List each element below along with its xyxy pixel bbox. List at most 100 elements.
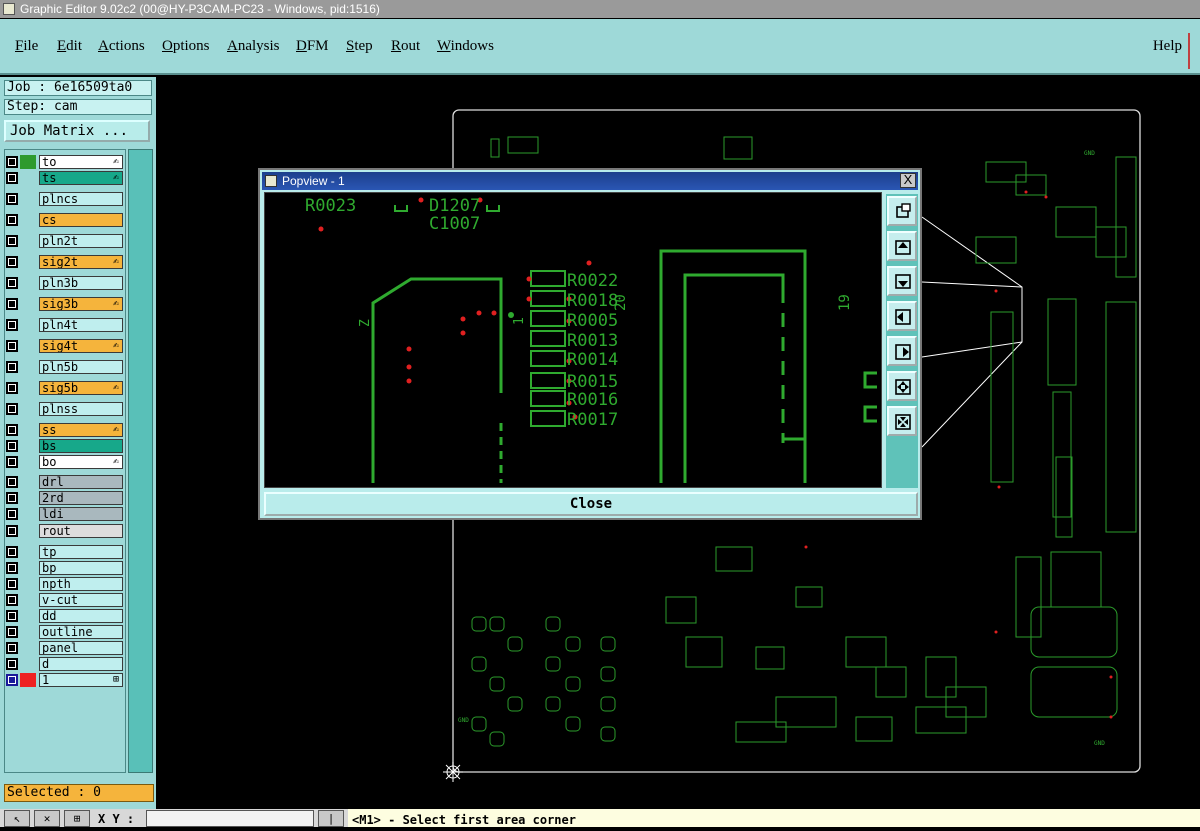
layer-checkbox[interactable] xyxy=(6,594,18,606)
zoom-in-icon[interactable] xyxy=(887,371,917,401)
layer-name[interactable]: sig2t ✍ xyxy=(39,255,123,269)
layer-expand-icon[interactable]: ⊞ xyxy=(113,674,119,686)
layer-row-d[interactable]: d xyxy=(4,657,126,671)
layer-checkbox[interactable] xyxy=(6,424,18,436)
layer-color-swatch[interactable] xyxy=(20,641,36,655)
popview-canvas[interactable]: R0023 D1207 C1007 R0022 R0018 R0005 R001… xyxy=(264,192,882,488)
layer-row-panel[interactable]: panel xyxy=(4,641,126,655)
pan-down-icon[interactable] xyxy=(887,266,917,296)
layer-checkbox[interactable] xyxy=(6,340,18,352)
layer-name[interactable]: d xyxy=(39,657,123,671)
grid-snap-icon[interactable]: ⊞ xyxy=(64,810,90,827)
layer-color-swatch[interactable] xyxy=(20,455,36,469)
layer-color-swatch[interactable] xyxy=(20,561,36,575)
layer-row-sig4t[interactable]: sig4t ✍ xyxy=(4,339,126,353)
layer-name[interactable]: outline xyxy=(39,625,123,639)
popview-titlebar[interactable]: Popview - 1 X xyxy=(262,172,918,190)
layer-color-swatch[interactable] xyxy=(20,360,36,374)
view-fit-icon[interactable] xyxy=(887,196,917,226)
menu-dfm[interactable]: DFM xyxy=(296,38,329,55)
layer-name[interactable]: tp xyxy=(39,545,123,559)
menu-analysis[interactable]: Analysis xyxy=(227,38,280,55)
layer-row-rout[interactable]: rout xyxy=(4,524,126,538)
pan-up-icon[interactable] xyxy=(887,231,917,261)
popview-close-button[interactable]: Close xyxy=(264,492,918,516)
layer-checkbox[interactable] xyxy=(6,256,18,268)
layer-row-ts[interactable]: ts ✍ xyxy=(4,171,126,185)
layer-row-bo[interactable]: bo ✍ xyxy=(4,455,126,469)
layer-checkbox[interactable] xyxy=(6,403,18,415)
layer-name[interactable]: cs xyxy=(39,213,123,227)
layer-checkbox[interactable] xyxy=(6,172,18,184)
layer-color-swatch[interactable] xyxy=(20,213,36,227)
layer-color-swatch[interactable] xyxy=(20,524,36,538)
layer-checkbox[interactable] xyxy=(6,277,18,289)
layer-checkbox[interactable] xyxy=(6,492,18,504)
layer-name[interactable]: sig3b ✍ xyxy=(39,297,123,311)
layer-checkbox[interactable] xyxy=(6,562,18,574)
layer-row-to[interactable]: to ✍ xyxy=(4,155,126,169)
layer-row-bs[interactable]: bs xyxy=(4,439,126,453)
layer-name[interactable]: dd xyxy=(39,609,123,623)
layer-color-swatch[interactable] xyxy=(20,402,36,416)
layer-checkbox[interactable] xyxy=(6,298,18,310)
layer-color-swatch[interactable] xyxy=(20,507,36,521)
menu-actions[interactable]: Actions xyxy=(98,38,145,55)
pan-left-icon[interactable] xyxy=(887,301,917,331)
cross-select-icon[interactable]: ✕ xyxy=(34,810,60,827)
layer-color-swatch[interactable] xyxy=(20,381,36,395)
zoom-out-icon[interactable] xyxy=(887,406,917,436)
layer-row-1[interactable]: 1 ⊞ xyxy=(4,673,126,687)
layer-name[interactable]: 1 ⊞ xyxy=(39,673,123,687)
layer-name[interactable]: bp xyxy=(39,561,123,575)
layer-color-swatch[interactable] xyxy=(20,439,36,453)
layer-name[interactable]: sig4t ✍ xyxy=(39,339,123,353)
layer-color-swatch[interactable] xyxy=(20,155,36,169)
layer-row-npth[interactable]: npth xyxy=(4,577,126,591)
layer-checkbox[interactable] xyxy=(6,626,18,638)
layer-checkbox[interactable] xyxy=(6,361,18,373)
layer-name[interactable]: ss ✍ xyxy=(39,423,123,437)
job-matrix-button[interactable]: Job Matrix ... xyxy=(4,120,150,142)
layer-name[interactable]: to ✍ xyxy=(39,155,123,169)
menu-help[interactable]: Help xyxy=(1153,38,1182,55)
layer-color-swatch[interactable] xyxy=(20,192,36,206)
layer-color-swatch[interactable] xyxy=(20,593,36,607)
layer-row-outline[interactable]: outline xyxy=(4,625,126,639)
menu-file[interactable]: File xyxy=(15,38,38,55)
layer-color-swatch[interactable] xyxy=(20,577,36,591)
layer-row-sig3b[interactable]: sig3b ✍ xyxy=(4,297,126,311)
layer-row-sig2t[interactable]: sig2t ✍ xyxy=(4,255,126,269)
layer-name[interactable]: panel xyxy=(39,641,123,655)
layer-name[interactable]: pln5b xyxy=(39,360,123,374)
layer-checkbox[interactable] xyxy=(6,156,18,168)
layer-name[interactable]: plncs xyxy=(39,192,123,206)
layer-name[interactable]: plnss xyxy=(39,402,123,416)
layer-checkbox[interactable] xyxy=(6,319,18,331)
layer-name[interactable]: bs xyxy=(39,439,123,453)
layer-color-swatch[interactable] xyxy=(20,318,36,332)
layer-checkbox[interactable] xyxy=(6,476,18,488)
layer-list-scrollbar[interactable] xyxy=(128,149,153,773)
layer-row-cs[interactable]: cs xyxy=(4,213,126,227)
layer-color-swatch[interactable] xyxy=(20,339,36,353)
popview-close-x-button[interactable]: X xyxy=(900,173,916,188)
layer-name[interactable]: pln3b xyxy=(39,276,123,290)
layer-name[interactable]: npth xyxy=(39,577,123,591)
layer-name[interactable]: sig5b ✍ xyxy=(39,381,123,395)
layer-checkbox[interactable] xyxy=(6,674,18,686)
layer-checkbox[interactable] xyxy=(6,658,18,670)
layer-row-pln5b[interactable]: pln5b xyxy=(4,360,126,374)
layer-name[interactable]: 2rd xyxy=(39,491,123,505)
layer-row-plnss[interactable]: plnss xyxy=(4,402,126,416)
layer-checkbox[interactable] xyxy=(6,525,18,537)
layer-checkbox[interactable] xyxy=(6,235,18,247)
layer-checkbox[interactable] xyxy=(6,508,18,520)
xy-coordinate-field[interactable] xyxy=(146,810,314,827)
layer-color-swatch[interactable] xyxy=(20,609,36,623)
layer-color-swatch[interactable] xyxy=(20,276,36,290)
cursor-mode-icon[interactable]: | xyxy=(318,810,344,827)
layer-row-plncs[interactable]: plncs xyxy=(4,192,126,206)
layer-row-tp[interactable]: tp xyxy=(4,545,126,559)
menu-step[interactable]: Step xyxy=(346,38,373,55)
